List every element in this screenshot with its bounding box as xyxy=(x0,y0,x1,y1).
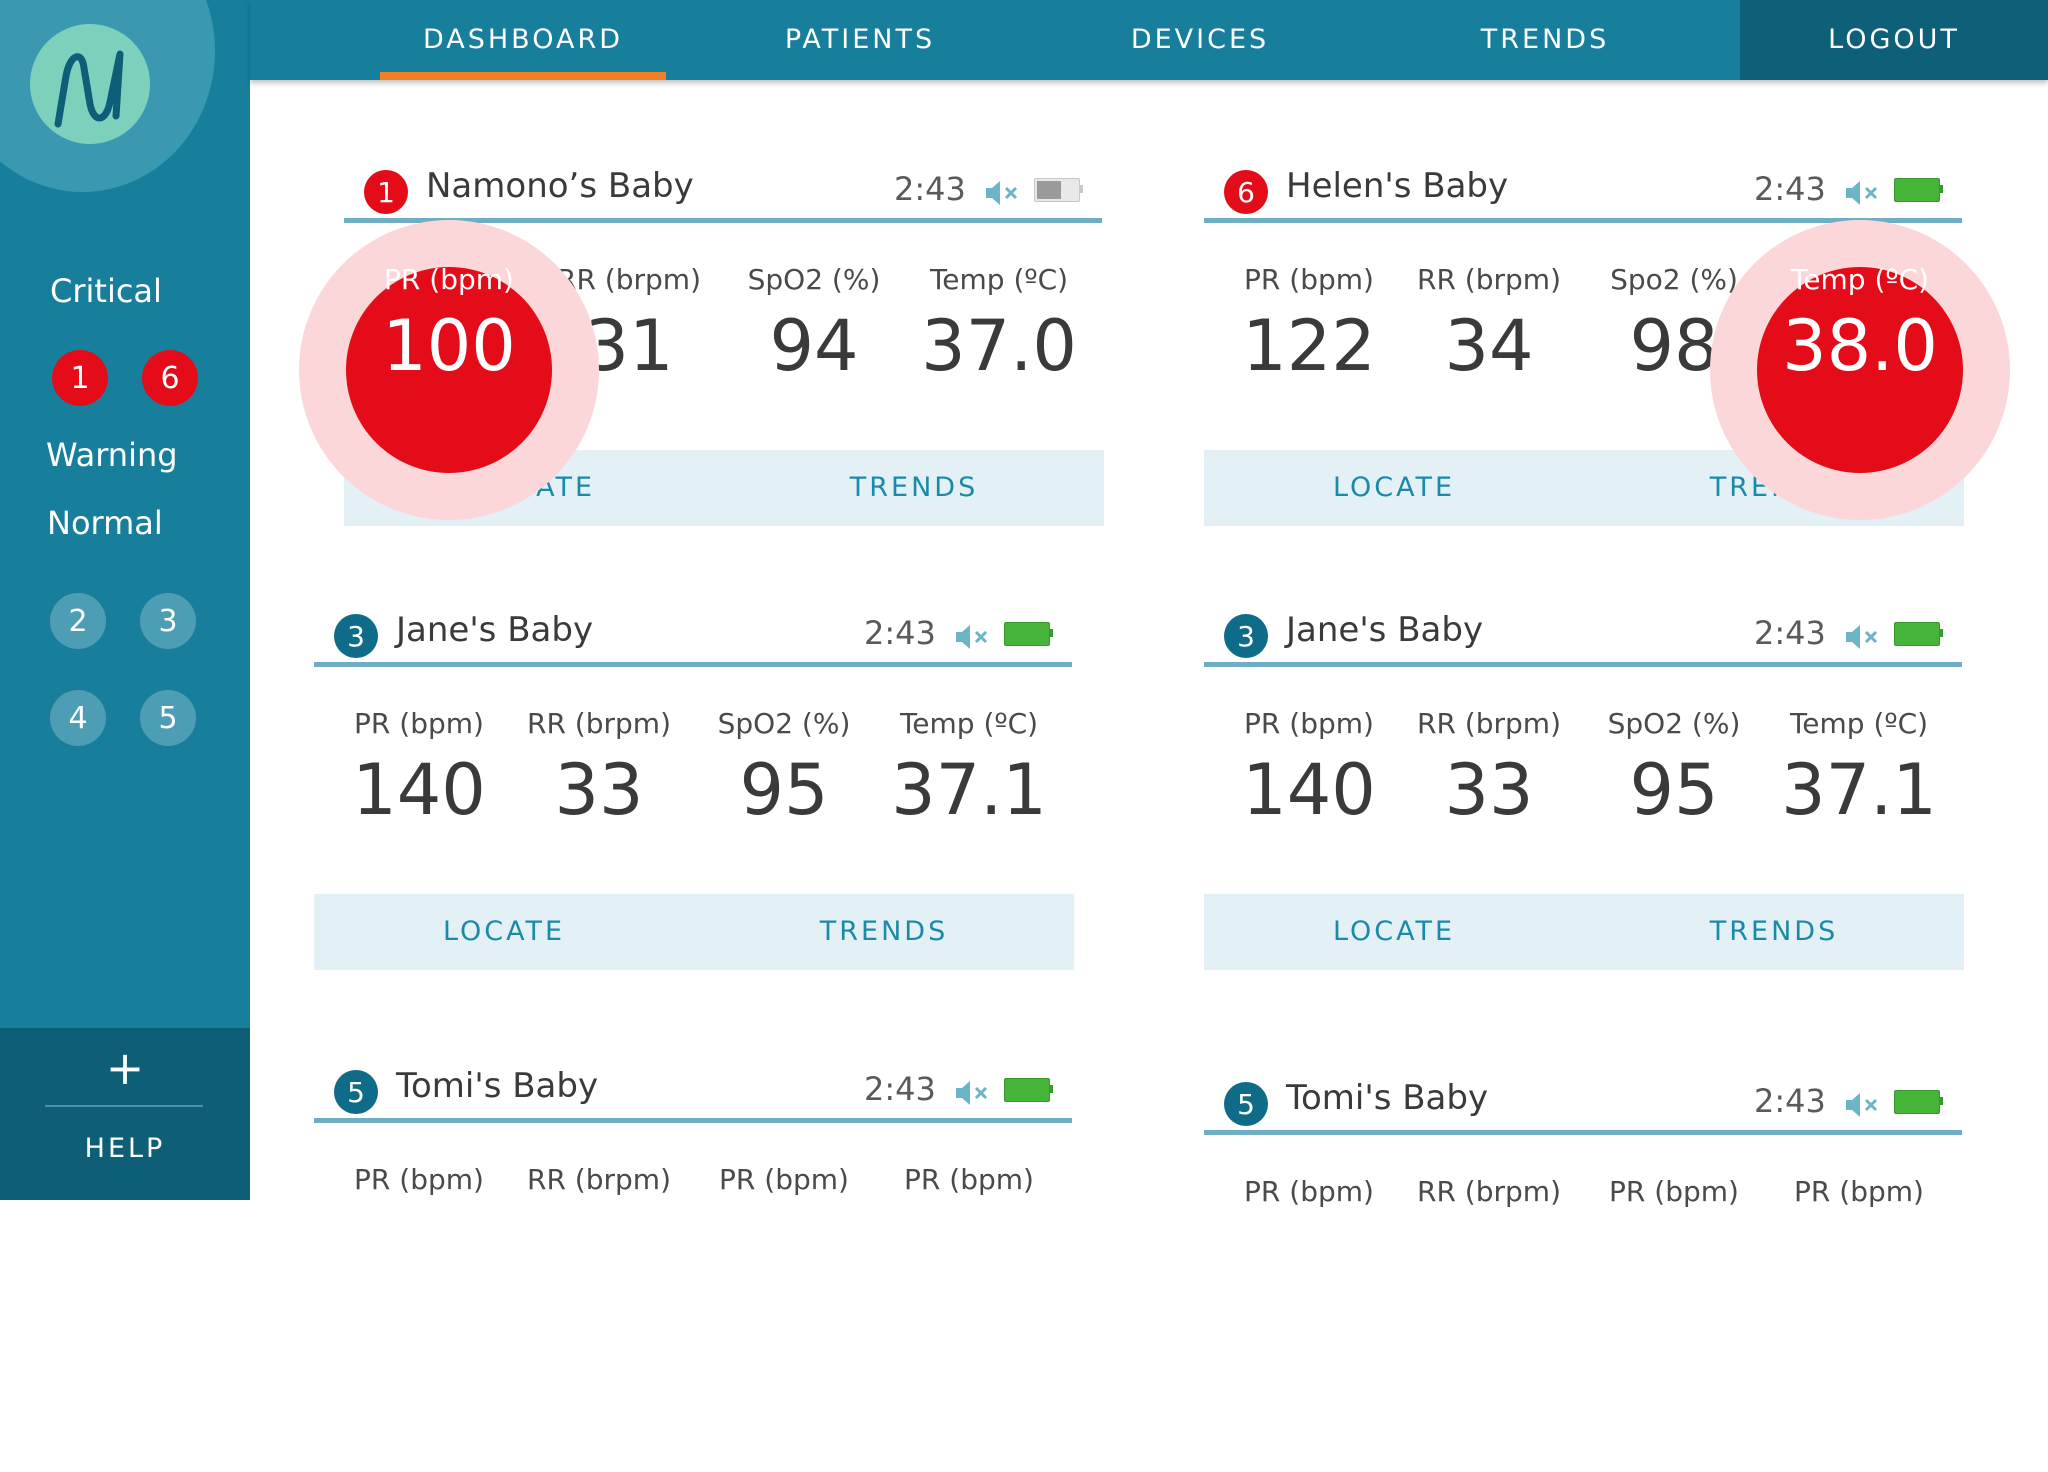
card-time: 2:43 xyxy=(1754,614,1826,652)
vital-pr: PR (bpm) 140 xyxy=(1242,707,1376,831)
help-button[interactable]: HELP xyxy=(0,1133,250,1164)
patient-card: 5 Tomi's Baby 2:43 PR (bpm) RR (brpm) PR… xyxy=(314,1060,1074,1460)
vital-rr: RR (brpm) xyxy=(527,1163,671,1196)
mute-icon[interactable] xyxy=(984,178,1020,208)
critical-label: Critical xyxy=(50,272,162,310)
card-actions: LOCATE TRENDS xyxy=(314,894,1074,970)
mute-icon[interactable] xyxy=(1844,1090,1880,1120)
card-actions: LOCATE TRENDS xyxy=(1204,894,1964,970)
card-time: 2:43 xyxy=(894,170,966,208)
vitals-row: PR (bpm) 140 RR (brpm) 33 SpO2 (%) 95 Te… xyxy=(314,679,1074,859)
card-header: 6 Helen's Baby 2:43 xyxy=(1204,160,1962,223)
patient-number-badge: 5 xyxy=(1224,1082,1268,1126)
patient-card: 5 Tomi's Baby 2:43 PR (bpm) RR (brpm) PR… xyxy=(1204,1072,1964,1472)
card-header: 1 Namono’s Baby 2:43 xyxy=(344,160,1102,223)
patient-card: 6 Helen's Baby 2:43 PR (bpm) 122 RR (brp… xyxy=(1204,160,2010,560)
vital-rr: RR (brpm) 33 xyxy=(527,707,671,831)
vital-rr: RR (brpm) 34 xyxy=(1417,263,1561,387)
tab-dashboard[interactable]: DASHBOARD xyxy=(380,0,666,80)
mute-icon[interactable] xyxy=(1844,178,1880,208)
normal-label: Normal xyxy=(47,504,163,542)
vital-temp: Temp (ºC) 37.1 xyxy=(891,707,1047,831)
tab-patients[interactable]: PATIENTS xyxy=(730,0,990,80)
patient-card: 1 Namono’s Baby 2:43 PR (bpm) 100 RR (br… xyxy=(299,160,1104,560)
vital-spo2: SpO2 (%) 95 xyxy=(1607,707,1741,831)
patient-name: Tomi's Baby xyxy=(1286,1078,1489,1118)
app-logo[interactable] xyxy=(30,24,150,144)
add-button[interactable]: + xyxy=(0,1038,250,1098)
mute-icon[interactable] xyxy=(954,622,990,652)
card-header: 5 Tomi's Baby 2:43 xyxy=(1204,1072,1962,1135)
vital-temp: PR (bpm) xyxy=(1794,1175,1924,1208)
mute-icon[interactable] xyxy=(1844,622,1880,652)
patient-name: Namono’s Baby xyxy=(426,166,694,206)
vital-spo2: PR (bpm) xyxy=(719,1163,849,1196)
help-divider xyxy=(45,1105,203,1107)
mute-icon[interactable] xyxy=(954,1078,990,1108)
normal-patient-3[interactable]: 3 xyxy=(140,593,196,649)
locate-button[interactable]: LOCATE xyxy=(314,894,694,970)
patient-number-badge: 5 xyxy=(334,1070,378,1114)
patient-number-badge: 6 xyxy=(1224,170,1268,214)
patient-number-badge: 3 xyxy=(334,614,378,658)
vital-rr: RR (brpm) xyxy=(1417,1175,1561,1208)
trends-button[interactable]: TRENDS xyxy=(724,450,1104,526)
card-time: 2:43 xyxy=(864,614,936,652)
normal-patient-5[interactable]: 5 xyxy=(140,690,196,746)
patient-name: Helen's Baby xyxy=(1286,166,1509,206)
vital-temp: Temp (ºC) 37.0 xyxy=(921,263,1077,387)
card-header: 3 Jane's Baby 2:43 xyxy=(1204,604,1962,667)
patient-number-badge: 1 xyxy=(364,170,408,214)
vital-spo2: SpO2 (%) 95 xyxy=(717,707,851,831)
vital-pr: PR (bpm) xyxy=(354,1163,484,1196)
top-navigation: DASHBOARD PATIENTS DEVICES TRENDS LOGOUT xyxy=(250,0,2048,80)
patient-number-badge: 3 xyxy=(1224,614,1268,658)
vitals-row: PR (bpm) RR (brpm) PR (bpm) PR (bpm) xyxy=(314,1135,1074,1315)
critical-patient-6[interactable]: 6 xyxy=(142,350,198,406)
patient-name: Tomi's Baby xyxy=(396,1066,599,1106)
warning-label: Warning xyxy=(46,436,178,474)
vital-spo2: PR (bpm) xyxy=(1609,1175,1739,1208)
normal-patient-4[interactable]: 4 xyxy=(50,690,106,746)
vitals-row: PR (bpm) RR (brpm) PR (bpm) PR (bpm) xyxy=(1204,1147,1964,1327)
vital-pr: PR (bpm) xyxy=(1244,1175,1374,1208)
tab-devices[interactable]: DEVICES xyxy=(1070,0,1330,80)
locate-button[interactable]: LOCATE xyxy=(1204,450,1584,526)
card-time: 2:43 xyxy=(1754,1082,1826,1120)
trends-button[interactable]: TRENDS xyxy=(694,894,1074,970)
locate-button[interactable]: LOCATE xyxy=(1204,894,1584,970)
logo-n-icon xyxy=(54,50,124,128)
vital-rr: RR (brpm) 33 xyxy=(1417,707,1561,831)
patient-name: Jane's Baby xyxy=(396,610,594,650)
vital-temp: Temp (ºC) 37.1 xyxy=(1781,707,1937,831)
vital-spo2: SpO2 (%) 94 xyxy=(747,263,881,387)
vital-pr: PR (bpm) 140 xyxy=(352,707,486,831)
normal-patient-2[interactable]: 2 xyxy=(50,593,106,649)
vital-pr: PR (bpm) 122 xyxy=(1242,263,1376,387)
sidebar: Critical 1 6 Warning Normal 2 3 4 5 + HE… xyxy=(0,0,250,1200)
card-time: 2:43 xyxy=(864,1070,936,1108)
card-header: 3 Jane's Baby 2:43 xyxy=(314,604,1072,667)
vital-temp: PR (bpm) xyxy=(904,1163,1034,1196)
vitals-row: PR (bpm) 140 RR (brpm) 33 SpO2 (%) 95 Te… xyxy=(1204,679,1964,859)
critical-patient-1[interactable]: 1 xyxy=(52,350,108,406)
tab-trends[interactable]: TRENDS xyxy=(1415,0,1675,80)
patient-card: 3 Jane's Baby 2:43 PR (bpm) 140 RR (brpm… xyxy=(314,604,1074,1004)
trends-button[interactable]: TRENDS xyxy=(1584,894,1964,970)
logout-button[interactable]: LOGOUT xyxy=(1740,0,2048,80)
patient-card: 3 Jane's Baby 2:43 PR (bpm) 140 RR (brpm… xyxy=(1204,604,1964,1004)
card-time: 2:43 xyxy=(1754,170,1826,208)
patient-name: Jane's Baby xyxy=(1286,610,1484,650)
card-header: 5 Tomi's Baby 2:43 xyxy=(314,1060,1072,1123)
